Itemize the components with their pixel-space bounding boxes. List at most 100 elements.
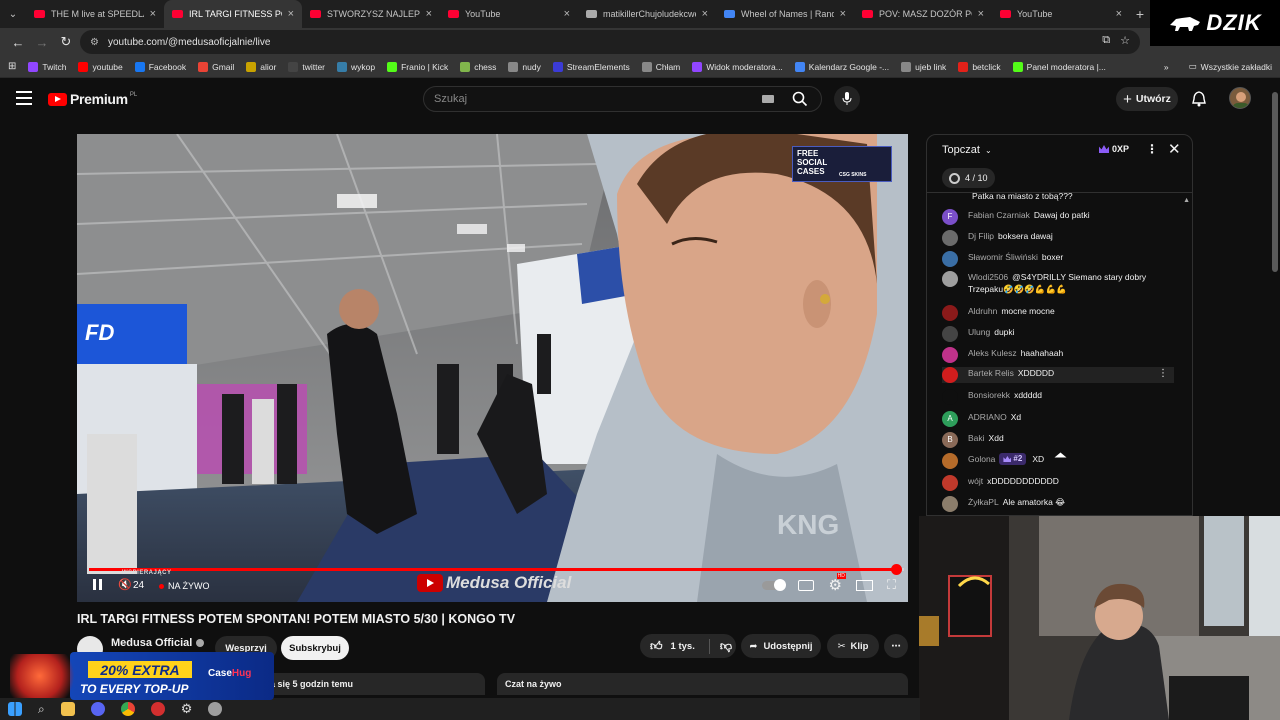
discord-icon[interactable] xyxy=(90,702,105,716)
chat-message[interactable]: wójt xDDDDDDDDDDD xyxy=(942,475,1174,491)
browser-tab[interactable]: THE M live at SPEEDLAND × xyxy=(26,0,164,28)
chat-author-avatar[interactable] xyxy=(942,475,958,491)
bookmark-item[interactable]: Franio | Kick xyxy=(387,61,448,72)
chat-author-name[interactable]: ADRIANO xyxy=(968,412,1007,422)
search-button[interactable] xyxy=(779,87,821,111)
youtube-premium-logo[interactable]: Premium PL xyxy=(48,91,137,107)
browser-tab[interactable]: STWORZYSZ NAJLEPSZA × xyxy=(302,0,440,28)
chat-author-name[interactable]: Baki xyxy=(968,433,985,443)
chat-message[interactable]: Sławomir Śliwiński boxer xyxy=(942,251,1174,267)
scroll-up-icon[interactable]: ▲ xyxy=(1183,197,1190,204)
reload-icon[interactable]: ↻ xyxy=(54,30,78,54)
bookmark-item[interactable]: Twitch xyxy=(28,61,66,72)
chat-author-avatar[interactable]: B xyxy=(942,432,958,448)
live-indicator[interactable]: NA ŻYWO xyxy=(159,581,210,591)
chat-message[interactable]: Aldruhn mocne mocne xyxy=(942,305,1174,321)
create-button[interactable]: + Utwórz xyxy=(1116,87,1178,111)
notifications-bell-icon[interactable] xyxy=(1192,91,1206,112)
apps-grid-icon[interactable]: ⊞ xyxy=(8,61,16,72)
tab-close-icon[interactable]: × xyxy=(978,8,984,20)
chat-author-name[interactable]: Bonsiorekk xyxy=(968,390,1010,400)
bookmark-item[interactable]: wykop xyxy=(337,61,375,72)
chat-message[interactable]: B Baki Xdd xyxy=(942,432,1174,448)
chat-author-name[interactable]: Fabian Czarniak xyxy=(968,210,1030,220)
tab-close-icon[interactable]: × xyxy=(702,8,708,20)
xp-badge[interactable]: 0XP xyxy=(1099,144,1129,154)
bookmark-item[interactable]: Facebook xyxy=(134,61,186,72)
chat-author-avatar[interactable] xyxy=(942,453,958,469)
more-actions-button[interactable]: ⋯ xyxy=(884,634,908,658)
bookmark-item[interactable]: Kalendarz Google -... xyxy=(794,61,889,72)
bookmark-item[interactable]: twitter xyxy=(288,61,325,72)
obs-recording-icon[interactable] xyxy=(150,702,165,716)
chat-author-avatar[interactable] xyxy=(942,271,958,287)
bookmark-star-icon[interactable]: ☆ xyxy=(1120,34,1130,47)
chat-author-name[interactable]: Golona xyxy=(968,454,995,464)
bookmark-item[interactable]: StreamElements xyxy=(552,61,630,72)
chat-author-avatar[interactable]: A xyxy=(942,411,958,427)
chat-message[interactable]: ŻyłkaPL Ale amatorka 😂 xyxy=(942,496,1174,512)
chat-message[interactable]: Bartek Relis XDDDDD ⋮ xyxy=(942,367,1174,383)
close-chat-icon[interactable]: ✕ xyxy=(1168,140,1181,158)
like-button[interactable]: 👍︎ 1 tys. xyxy=(650,639,695,654)
bookmark-item[interactable]: Chłam xyxy=(641,61,680,72)
video-player[interactable]: FD KNG FREE SOCIAL CASES CSG SKINS 🔇 WSP… xyxy=(77,134,908,602)
settings-gear-icon[interactable]: ⚙ HD xyxy=(828,573,846,594)
bookmark-item[interactable]: ujeb link xyxy=(901,61,946,72)
browser-tab[interactable]: YouTube × xyxy=(992,0,1130,28)
share-button[interactable]: ➦ Udostępnij xyxy=(741,634,821,658)
keyboard-icon[interactable] xyxy=(762,95,774,103)
account-avatar[interactable] xyxy=(1229,87,1251,109)
page-scrollbar[interactable] xyxy=(1272,92,1278,272)
tab-close-icon[interactable]: × xyxy=(426,8,432,20)
voice-search-button[interactable] xyxy=(834,86,860,112)
bookmark-item[interactable]: youtube xyxy=(78,61,123,72)
chat-author-avatar[interactable] xyxy=(942,389,958,405)
chat-author-avatar[interactable] xyxy=(942,251,958,267)
progress-bar[interactable] xyxy=(89,564,904,575)
tab-close-icon[interactable]: × xyxy=(1116,8,1122,20)
chat-author-name[interactable]: Ulung xyxy=(968,327,990,337)
chat-author-name[interactable]: Aleks Kulesz xyxy=(968,348,1017,358)
app-icon[interactable] xyxy=(208,702,223,716)
chat-mode-dropdown[interactable]: Topczat ⌄ xyxy=(942,144,992,156)
file-explorer-icon[interactable] xyxy=(60,702,75,716)
chat-author-avatar[interactable] xyxy=(942,305,958,321)
chrome-icon[interactable] xyxy=(120,702,135,716)
subtitles-icon[interactable] xyxy=(798,579,815,591)
search-input[interactable]: Szukaj xyxy=(423,86,822,112)
chat-message[interactable]: Aleks Kulesz haahahaah xyxy=(942,347,1174,363)
browser-tab[interactable]: matikillerChujoludekcwel × xyxy=(578,0,716,28)
fullscreen-icon[interactable]: ⛶ xyxy=(887,577,896,593)
install-app-icon[interactable]: ⧉ xyxy=(1102,34,1110,47)
chat-author-avatar[interactable] xyxy=(942,496,958,512)
chat-author-name[interactable]: Sławomir Śliwiński xyxy=(968,252,1038,262)
windows-start-icon[interactable] xyxy=(8,702,22,716)
bookmark-item[interactable]: alior xyxy=(246,61,276,72)
chat-author-name[interactable]: Wlodi2506 xyxy=(968,272,1008,282)
dislike-button[interactable]: 👎︎ xyxy=(708,638,732,654)
progress-scrubber[interactable] xyxy=(890,564,902,575)
chat-message[interactable]: Bonsiorekk xddddd xyxy=(942,389,1174,405)
bookmark-item[interactable]: Panel moderatora |... xyxy=(1012,61,1106,72)
chat-author-avatar[interactable] xyxy=(942,367,958,383)
chat-author-name[interactable]: Dj Filip xyxy=(968,231,994,241)
menu-hamburger-icon[interactable] xyxy=(16,91,32,105)
chat-message-list[interactable]: ▲ Patka na miasto z tobą??? F Fabian Czarn… xyxy=(927,191,1192,515)
browser-tab[interactable]: IRL TARGI FITNESS POTEM × xyxy=(164,0,302,28)
tab-search-icon[interactable]: ⌄ xyxy=(0,0,26,28)
volume-muted-icon[interactable]: 🔇 xyxy=(118,578,132,591)
chat-message[interactable]: Dj Filip boksera dawaj xyxy=(942,230,1174,246)
address-bar[interactable]: ⚙ youtube.com/@medusaoficjalnie/live ⧉ ☆ xyxy=(80,30,1140,54)
chat-author-avatar[interactable]: F xyxy=(942,209,958,225)
tab-close-icon[interactable]: × xyxy=(150,8,156,20)
bookmark-item[interactable]: Gmail xyxy=(198,61,234,72)
bookmark-item[interactable]: betclick xyxy=(958,61,1001,72)
back-icon[interactable]: ← xyxy=(6,30,30,54)
bookmark-item[interactable]: nudy xyxy=(508,61,541,72)
chat-author-avatar[interactable] xyxy=(942,326,958,342)
all-bookmarks-link[interactable]: Wszystkie zakładki xyxy=(1201,62,1272,72)
chat-author-avatar[interactable] xyxy=(942,230,958,246)
message-more-icon[interactable]: ⋮ xyxy=(1158,368,1168,380)
forward-icon[interactable]: → xyxy=(30,30,54,54)
